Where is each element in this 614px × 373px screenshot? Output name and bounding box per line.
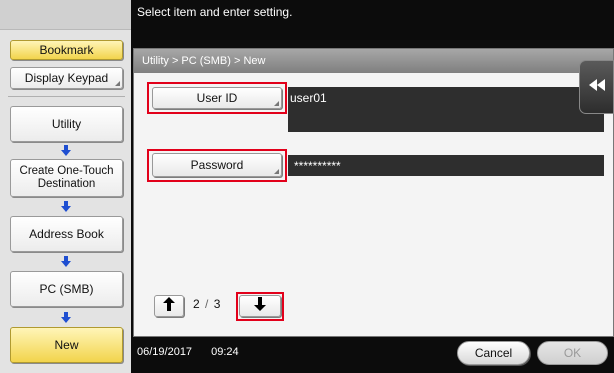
sidebar-step-pc-smb[interactable]: PC (SMB): [10, 271, 123, 307]
sidebar-top-stripe: [0, 0, 131, 30]
sidebar-step-label: New: [54, 337, 79, 352]
display-keypad-button[interactable]: Display Keypad: [10, 67, 123, 89]
user-id-field[interactable]: user01: [288, 87, 604, 132]
instruction-text: Select item and enter setting.: [137, 5, 293, 19]
sidebar-divider: [8, 96, 125, 97]
breadcrumb: Utility > PC (SMB) > New: [134, 49, 613, 73]
double-left-arrow-icon: [588, 78, 605, 96]
display-keypad-label: Display Keypad: [24, 70, 109, 85]
page-indicator: 2 / 3: [193, 297, 220, 311]
page-down-highlight: [236, 292, 284, 321]
user-id-highlight: [147, 82, 287, 114]
sidebar-step-label: Create One-Touch Destination: [19, 165, 114, 190]
footer-date: 06/19/2017: [137, 346, 193, 358]
sidebar: Bookmark Display Keypad Utility Create O…: [0, 0, 131, 373]
sidebar-step-new[interactable]: New: [10, 327, 123, 363]
page-total: 3: [213, 297, 221, 311]
main-area: Select item and enter setting. Utility >…: [131, 0, 614, 373]
flow-arrow-down-icon: [61, 201, 71, 212]
bookmark-label: Bookmark: [39, 42, 94, 57]
sidebar-step-label: Address Book: [29, 226, 104, 241]
sidebar-step-create-one-touch[interactable]: Create One-Touch Destination: [10, 159, 123, 197]
user-id-value: user01: [290, 91, 327, 105]
arrow-up-icon: [163, 296, 175, 316]
sidebar-step-label: Utility: [51, 116, 82, 131]
password-highlight: [147, 149, 287, 182]
flow-arrow-down-icon: [61, 256, 71, 267]
footer-datetime: 06/19/2017 09:24: [137, 346, 255, 358]
bookmark-button[interactable]: Bookmark: [10, 40, 123, 60]
cancel-label: Cancel: [474, 346, 513, 360]
page-up-button[interactable]: [154, 295, 184, 317]
ok-label: OK: [563, 346, 582, 360]
back-tab[interactable]: [579, 60, 614, 114]
sidebar-step-utility[interactable]: Utility: [10, 106, 123, 142]
corner-marker-icon: [115, 81, 120, 86]
ok-button[interactable]: OK: [537, 341, 608, 365]
page-current: 2: [193, 297, 200, 311]
flow-arrow-down-icon: [61, 145, 71, 156]
page-separator: /: [205, 297, 209, 311]
flow-arrow-down-icon: [61, 312, 71, 323]
footer-time: 09:24: [211, 346, 239, 358]
sidebar-step-address-book[interactable]: Address Book: [10, 216, 123, 252]
password-value: **********: [294, 159, 341, 173]
sidebar-step-label: PC (SMB): [39, 281, 94, 296]
password-field[interactable]: **********: [288, 155, 604, 176]
cancel-button[interactable]: Cancel: [457, 341, 530, 365]
